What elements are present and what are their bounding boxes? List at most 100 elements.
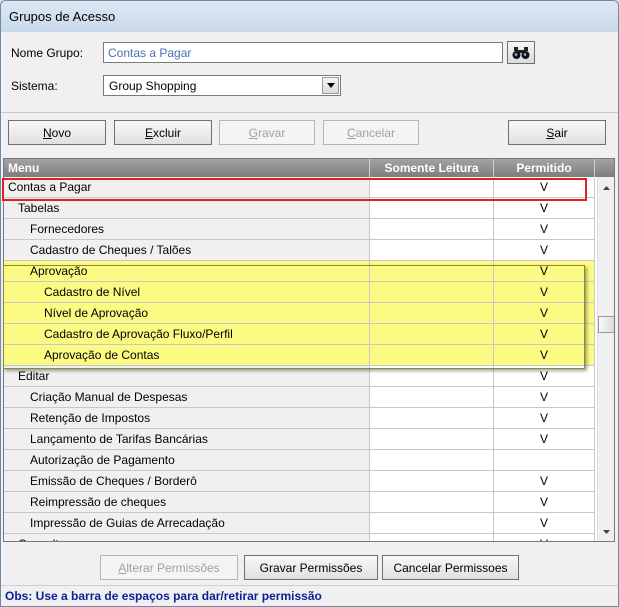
cell-somente-leitura[interactable] [370, 429, 494, 450]
cell-menu[interactable]: Retenção de Impostos [4, 408, 370, 429]
cell-menu[interactable]: Reimpressão de cheques [4, 492, 370, 513]
cell-menu[interactable]: Emissão de Cheques / Borderô [4, 471, 370, 492]
cell-menu[interactable]: Nível de Aprovação [4, 303, 370, 324]
excluir-accel: E [144, 125, 153, 140]
gravar-permissoes-button[interactable]: Gravar Permissões [244, 555, 378, 580]
triangle-down-icon [603, 529, 610, 534]
cell-somente-leitura[interactable] [370, 513, 494, 534]
cell-somente-leitura[interactable] [370, 240, 494, 261]
cell-somente-leitura[interactable] [370, 408, 494, 429]
cell-menu[interactable]: Autorização de Pagamento [4, 450, 370, 471]
gravar-permissoes-label: Gravar Permissões [259, 560, 363, 575]
cell-somente-leitura[interactable] [370, 261, 494, 282]
cell-permitido[interactable]: V [494, 345, 595, 366]
cell-permitido[interactable]: V [494, 177, 595, 198]
table-row[interactable]: Cadastro de Nível V [4, 282, 595, 303]
cell-menu[interactable]: Lançamento de Tarifas Bancárias [4, 429, 370, 450]
cell-menu[interactable]: Tabelas [4, 198, 370, 219]
cell-menu[interactable]: Editar [4, 366, 370, 387]
cell-permitido[interactable]: V [494, 408, 595, 429]
cell-somente-leitura[interactable] [370, 219, 494, 240]
cell-menu[interactable]: Contas a Pagar [4, 177, 370, 198]
cell-somente-leitura[interactable] [370, 177, 494, 198]
cell-permitido[interactable]: V [494, 492, 595, 513]
sistema-value: Group Shopping [109, 79, 197, 93]
cancelar-permissoes-button[interactable]: Cancelar Permissoes [382, 555, 519, 580]
table-row[interactable]: Contas a Pagar V [4, 177, 595, 198]
nome-grupo-value: Contas a Pagar [108, 46, 192, 60]
cell-menu[interactable]: Criação Manual de Despesas [4, 387, 370, 408]
cell-permitido[interactable]: V [494, 303, 595, 324]
cell-permitido[interactable]: V [494, 513, 595, 534]
nome-grupo-input[interactable]: Contas a Pagar [103, 42, 503, 63]
cell-permitido[interactable]: V [494, 387, 595, 408]
cell-permitido[interactable]: V [494, 261, 595, 282]
cell-somente-leitura[interactable] [370, 534, 494, 541]
cell-somente-leitura[interactable] [370, 282, 494, 303]
cell-somente-leitura[interactable] [370, 366, 494, 387]
table-row[interactable]: Lançamento de Tarifas Bancárias V [4, 429, 595, 450]
novo-button[interactable]: Novo [8, 120, 106, 145]
table-row[interactable]: Aprovação de Contas V [4, 345, 595, 366]
cell-somente-leitura[interactable] [370, 303, 494, 324]
table-row[interactable]: Nível de Aprovação V [4, 303, 595, 324]
cell-menu[interactable]: Cadastro de Cheques / Talões [4, 240, 370, 261]
cell-permitido[interactable]: V [494, 471, 595, 492]
table-row[interactable]: Reimpressão de cheques V [4, 492, 595, 513]
sair-button[interactable]: Sair [508, 120, 606, 145]
cell-menu[interactable]: Aprovação de Contas [4, 345, 370, 366]
table-row[interactable]: Autorização de Pagamento [4, 450, 595, 471]
table-row[interactable]: Cadastro de Aprovação Fluxo/Perfil V [4, 324, 595, 345]
cell-menu[interactable]: Fornecedores [4, 219, 370, 240]
table-row[interactable]: Criação Manual de Despesas V [4, 387, 595, 408]
scroll-down-button[interactable] [598, 523, 614, 540]
cell-permitido[interactable]: V [494, 198, 595, 219]
cell-menu[interactable]: Impressão de Guias de Arrecadação [4, 513, 370, 534]
table-row[interactable]: Retenção de Impostos V [4, 408, 595, 429]
sair-accel: S [546, 125, 555, 140]
cell-somente-leitura[interactable] [370, 324, 494, 345]
window-title: Grupos de Acesso [9, 9, 116, 24]
table-row[interactable]: Consultas V [4, 534, 595, 541]
scroll-thumb[interactable] [598, 316, 614, 333]
cell-somente-leitura[interactable] [370, 492, 494, 513]
table-row[interactable]: Emissão de Cheques / Borderô V [4, 471, 595, 492]
search-button[interactable] [507, 41, 535, 64]
cell-somente-leitura[interactable] [370, 450, 494, 471]
column-header-somente-leitura[interactable]: Somente Leitura [370, 159, 494, 177]
cell-permitido[interactable]: V [494, 534, 595, 541]
table-row[interactable]: Aprovação V [4, 261, 595, 282]
vertical-scrollbar[interactable] [597, 177, 614, 541]
excluir-button[interactable]: Excluir [114, 120, 212, 145]
dropdown-button[interactable] [322, 77, 339, 94]
scroll-up-button[interactable] [598, 179, 614, 196]
cell-somente-leitura[interactable] [370, 471, 494, 492]
cell-permitido[interactable]: V [494, 219, 595, 240]
cell-permitido[interactable]: V [494, 429, 595, 450]
alterar-permissoes-button[interactable]: Alterar Permissões [100, 555, 238, 580]
cell-permitido[interactable]: V [494, 240, 595, 261]
cell-somente-leitura[interactable] [370, 387, 494, 408]
column-header-permitido[interactable]: Permitido [494, 159, 595, 177]
cell-permitido[interactable]: V [494, 366, 595, 387]
table-row[interactable]: Editar V [4, 366, 595, 387]
cell-menu[interactable]: Consultas [4, 534, 370, 541]
table-row[interactable]: Tabelas V [4, 198, 595, 219]
group-form: Nome Grupo: Contas a Pagar Sistema: Grou… [1, 32, 618, 113]
cell-somente-leitura[interactable] [370, 198, 494, 219]
cell-somente-leitura[interactable] [370, 345, 494, 366]
gravar-button[interactable]: Gravar [219, 120, 315, 145]
cell-permitido[interactable] [494, 450, 595, 471]
cell-menu[interactable]: Aprovação [4, 261, 370, 282]
column-header-menu[interactable]: Menu [4, 159, 370, 177]
cancelar-button[interactable]: Cancelar [323, 120, 419, 145]
cell-permitido[interactable]: V [494, 324, 595, 345]
table-row[interactable]: Fornecedores V [4, 219, 595, 240]
sair-label: air [554, 125, 568, 140]
cell-menu[interactable]: Cadastro de Aprovação Fluxo/Perfil [4, 324, 370, 345]
cell-menu[interactable]: Cadastro de Nível [4, 282, 370, 303]
sistema-select[interactable]: Group Shopping [103, 75, 341, 96]
cell-permitido[interactable]: V [494, 282, 595, 303]
table-row[interactable]: Impressão de Guias de Arrecadação V [4, 513, 595, 534]
table-row[interactable]: Cadastro de Cheques / Talões V [4, 240, 595, 261]
